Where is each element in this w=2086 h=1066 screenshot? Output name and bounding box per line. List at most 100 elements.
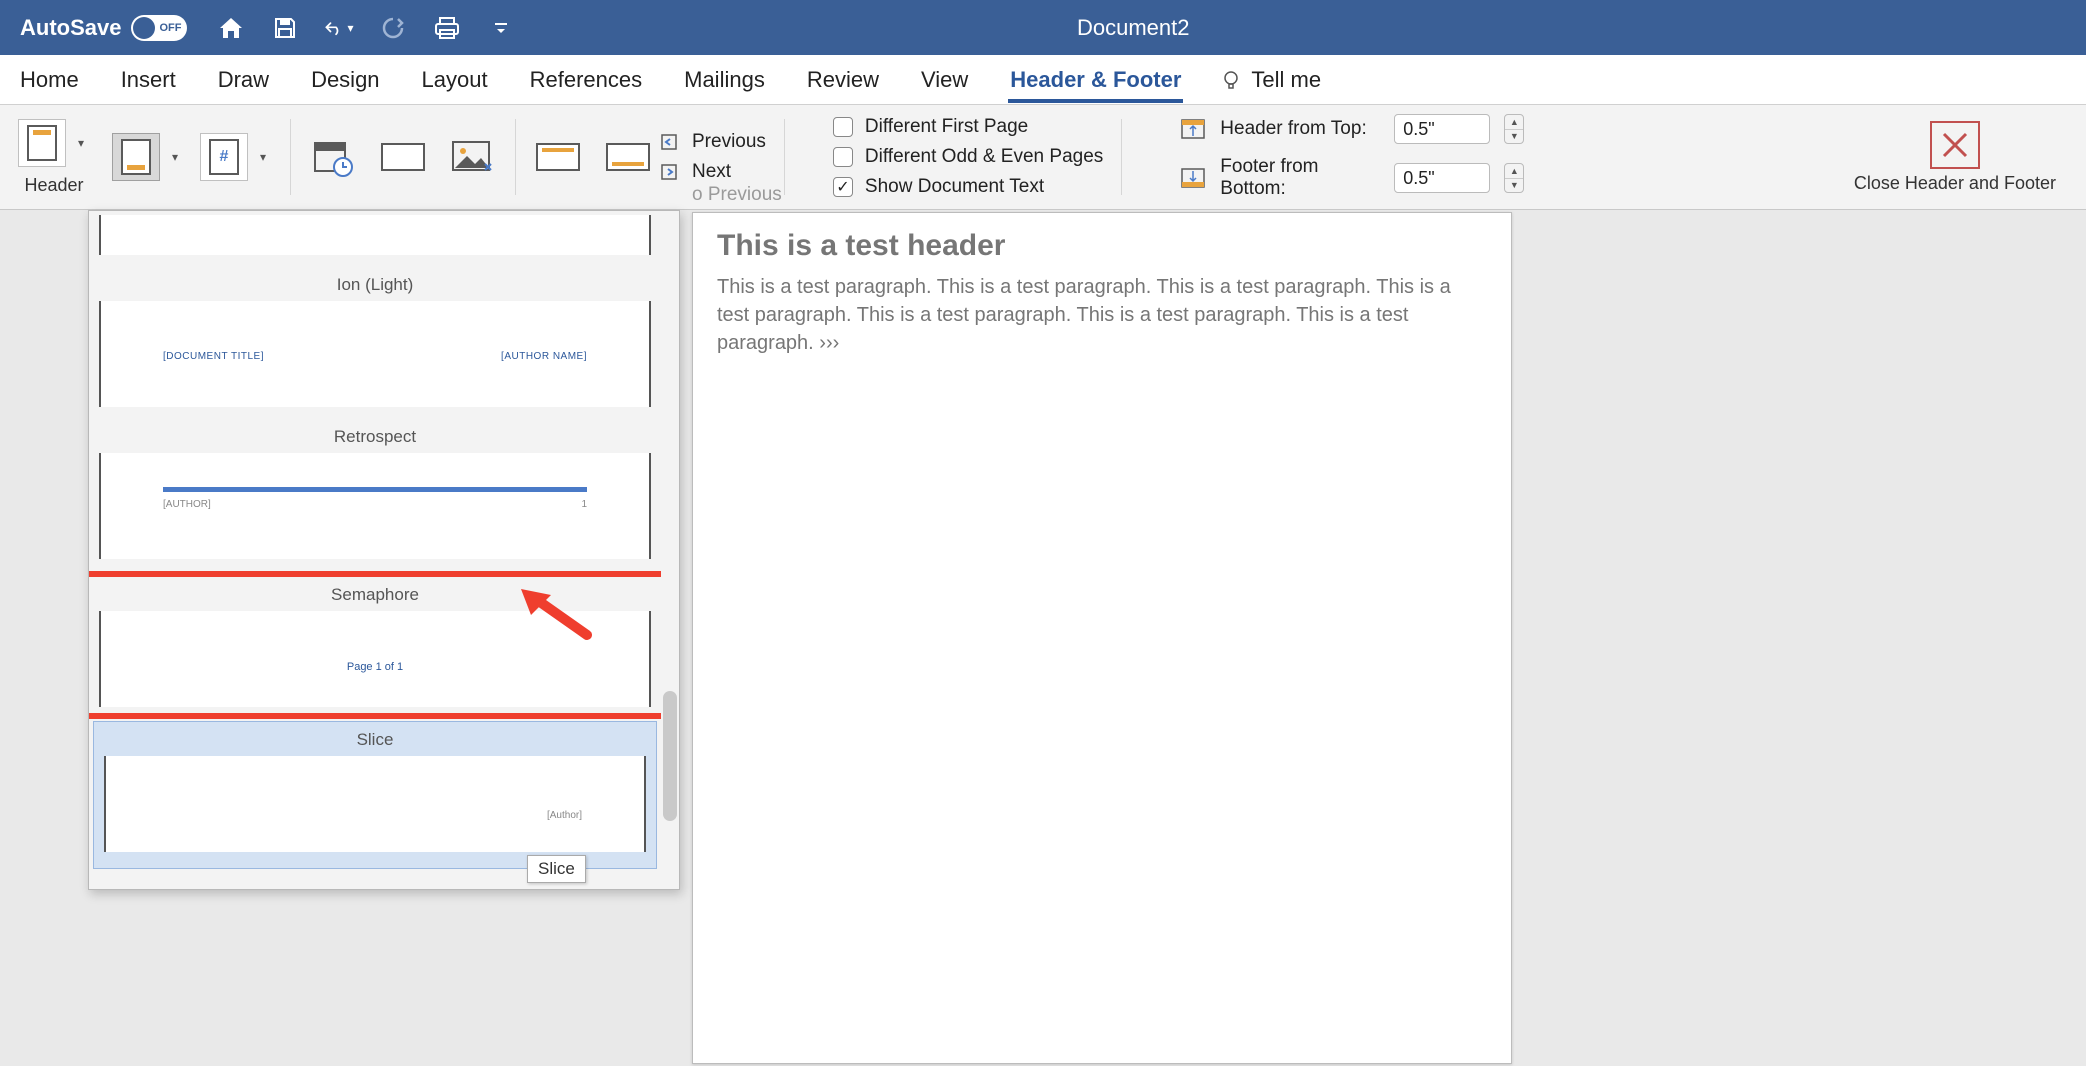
header-dropdown-caret[interactable]: ▾ [76,136,90,150]
gallery-preview: Page 1 of 1 [99,611,651,707]
tab-mailings[interactable]: Mailings [682,57,767,103]
page-header-text[interactable]: This is a test header [717,229,1487,263]
header-button[interactable] [18,119,66,167]
gallery-item-title: Ion (Light) [89,267,661,301]
page-number-group: # ▾ [200,133,272,181]
tell-me-search[interactable]: Tell me [1221,67,1321,93]
tab-header-footer[interactable]: Header & Footer [1008,57,1183,103]
separator [1121,119,1122,195]
qat-customize-icon[interactable] [487,14,515,42]
save-icon[interactable] [271,14,299,42]
show-document-text-checkbox[interactable]: Show Document Text [833,176,1103,198]
gallery-item-title: Slice [94,722,656,756]
previous-icon [660,133,682,151]
gallery-item-retrospect[interactable]: Retrospect [AUTHOR] 1 [89,419,661,559]
home-icon[interactable] [217,14,245,42]
header-from-top-spinner[interactable]: ▲▼ [1504,114,1524,144]
redo-icon[interactable] [379,14,407,42]
spin-down-icon[interactable]: ▼ [1505,130,1523,144]
date-time-icon [311,137,355,177]
header-from-top-input[interactable]: 0.5" [1394,114,1490,144]
separator [290,119,291,195]
page-number-button[interactable]: # [200,133,248,181]
footer-group: ▾ [112,133,184,181]
previous-button[interactable]: Previous [660,131,766,153]
autosave-switch[interactable]: OFF [131,15,187,41]
autosave-label: AutoSave [20,15,121,41]
page-number-dropdown-caret[interactable]: ▾ [258,150,272,164]
header-from-top-label: Header from Top: [1220,118,1380,140]
insert-group [309,133,497,181]
goto-footer-button[interactable] [604,133,652,181]
ribbon-tabs: Home Insert Draw Design Layout Reference… [0,55,2086,105]
position-group: Header from Top: 0.5" ▲▼ Footer from Bot… [1180,114,1524,200]
tab-home[interactable]: Home [18,57,81,103]
footer-button[interactable] [112,133,160,181]
footer-from-bottom-row: Footer from Bottom: 0.5" ▲▼ [1180,156,1524,200]
gallery-item-title: Semaphore [89,577,661,611]
header-position-icon [1180,118,1206,140]
footer-gallery-dropdown: Ion (Light) [DOCUMENT TITLE] [AUTHOR NAM… [88,210,680,890]
tab-insert[interactable]: Insert [119,57,178,103]
autosave-state: OFF [159,22,181,34]
next-button[interactable]: Next [660,161,766,183]
gallery-preview: [Author] [104,756,646,852]
close-header-footer-button[interactable] [1930,121,1980,169]
toggle-knob [133,17,155,39]
gallery-item-semaphore-highlighted[interactable]: Semaphore Page 1 of 1 [89,571,661,719]
tab-design[interactable]: Design [309,57,381,103]
separator [784,119,785,195]
semaphore-page-text: Page 1 of 1 [347,661,403,673]
print-icon[interactable] [433,14,461,42]
next-icon [660,163,682,181]
pictures-button[interactable] [449,133,497,181]
retro-line [163,487,587,492]
gallery-item-partial[interactable] [99,215,651,255]
close-group: Close Header and Footer [1854,121,2068,194]
spin-up-icon[interactable]: ▲ [1505,115,1523,130]
tab-layout[interactable]: Layout [420,57,490,103]
tab-references[interactable]: References [528,57,645,103]
ion-author: [AUTHOR NAME] [501,351,587,362]
tab-view[interactable]: View [919,57,970,103]
ion-doc-title: [DOCUMENT TITLE] [163,351,264,362]
undo-icon[interactable]: ▾ [325,14,353,42]
retro-page: 1 [581,499,587,510]
quick-access-toolbar: ▾ [217,14,515,42]
autosave-toggle[interactable]: AutoSave OFF [20,15,187,41]
pictures-icon [451,138,495,176]
goto-header-icon [536,143,580,171]
checkbox-icon [833,117,853,137]
different-first-page-checkbox[interactable]: Different First Page [833,116,1103,138]
link-to-previous-partial[interactable]: o Previous [692,184,782,206]
different-odd-even-checkbox[interactable]: Different Odd & Even Pages [833,146,1103,168]
gallery-scroll-area[interactable]: Ion (Light) [DOCUMENT TITLE] [AUTHOR NAM… [89,211,661,889]
goto-header-button[interactable] [534,133,582,181]
spin-down-icon[interactable]: ▼ [1505,179,1523,193]
tab-draw[interactable]: Draw [216,57,271,103]
tab-review[interactable]: Review [805,57,881,103]
document-info-button[interactable] [379,133,427,181]
retro-author: [AUTHOR] [163,499,211,510]
next-label: Next [692,161,731,183]
gallery-item-slice-hovered[interactable]: Slice [Author] [93,721,657,869]
document-page[interactable]: This is a test header This is a test par… [692,212,1512,1064]
options-group: Different First Page Different Odd & Eve… [833,116,1103,198]
separator [515,119,516,195]
ribbon-body: ▾ Header ▾ # ▾ Previous Next [0,105,2086,210]
gallery-preview: [AUTHOR] 1 [99,453,651,559]
gallery-preview: [DOCUMENT TITLE] [AUTHOR NAME] [99,301,651,407]
show-document-text-label: Show Document Text [865,176,1044,198]
checkbox-checked-icon [833,177,853,197]
spin-up-icon[interactable]: ▲ [1505,164,1523,179]
date-time-button[interactable] [309,133,357,181]
footer-from-bottom-input[interactable]: 0.5" [1394,163,1490,193]
gallery-item-ion-light[interactable]: Ion (Light) [DOCUMENT TITLE] [AUTHOR NAM… [89,267,661,407]
header-label: Header [24,175,83,196]
footer-dropdown-caret[interactable]: ▾ [170,150,184,164]
previous-label: Previous [692,131,766,153]
footer-from-bottom-spinner[interactable]: ▲▼ [1504,163,1524,193]
header-page-icon [27,125,57,161]
gallery-scrollbar-thumb[interactable] [663,691,677,821]
gallery-item-title: Retrospect [89,419,661,453]
